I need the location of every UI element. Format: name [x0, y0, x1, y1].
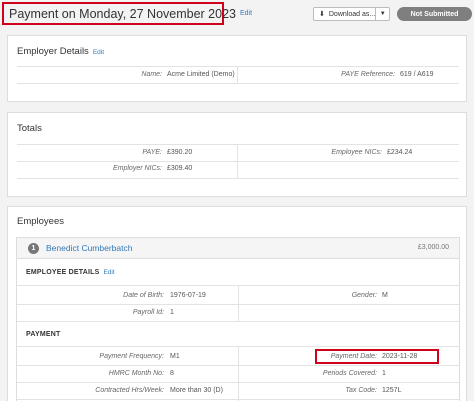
employee-amount: £3,000.00: [417, 244, 449, 251]
employee-card: 1 Benedict Cumberbatch £3,000.00 EMPLOYE…: [16, 237, 460, 401]
divider: [17, 382, 459, 383]
hmrc-month-label: HMRC Month No:: [108, 370, 164, 377]
employee-number-badge: 1: [28, 243, 39, 254]
employee-nics-label: Employee NICs:: [331, 149, 382, 156]
contracted-hours-value: More than 30 (D): [170, 387, 223, 394]
page-title: Payment on Monday, 27 November 2023: [9, 6, 236, 21]
employees-panel: Employees 1 Benedict Cumberbatch £3,000.…: [7, 206, 467, 401]
divider: [17, 66, 459, 67]
employee-details-edit-link[interactable]: Edit: [103, 269, 114, 276]
hmrc-month-value: 8: [170, 370, 174, 377]
divider: [17, 365, 459, 366]
divider: [237, 67, 238, 83]
paye-total-label: PAYE:: [142, 149, 162, 156]
payment-section-title: PAYMENT: [26, 331, 61, 338]
employer-details-header: Employer Details Edit: [17, 46, 104, 57]
contracted-hours-label: Contracted Hrs/Week:: [95, 387, 164, 394]
caret-down-icon[interactable]: ▼: [376, 11, 389, 17]
employee-card-header[interactable]: 1 Benedict Cumberbatch £3,000.00: [17, 238, 459, 259]
periods-covered-value: 1: [382, 370, 386, 377]
gender-value: M: [382, 292, 388, 299]
divider: [237, 145, 238, 179]
employees-title: Employees: [17, 216, 64, 227]
divider: [17, 178, 459, 179]
totals-panel: Totals PAYE: £390.20 Employee NICs: £234…: [7, 112, 467, 197]
download-button-label: Download as...: [328, 10, 376, 18]
divider: [17, 144, 459, 145]
gender-label: Gender:: [351, 292, 377, 299]
employee-details-header: EMPLOYEE DETAILS Edit: [26, 269, 115, 276]
paye-reference-value: 619 / A619: [400, 71, 434, 78]
divider: [238, 285, 239, 321]
divider: [17, 304, 459, 305]
employer-nics-label: Employer NICs:: [112, 165, 162, 172]
payment-date-label: Payment Date:: [330, 353, 377, 360]
payment-date-value: 2023-11-28: [382, 353, 418, 360]
divider: [238, 346, 239, 401]
dob-label: Date of Birth:: [123, 292, 164, 299]
employer-nics-value: £309.40: [167, 165, 193, 172]
employer-edit-link[interactable]: Edit: [93, 49, 104, 56]
employee-name-link[interactable]: Benedict Cumberbatch: [46, 243, 132, 253]
download-icon: ⬇: [319, 11, 325, 18]
tax-code-value: 1257L: [382, 387, 402, 394]
tax-code-label: Tax Code:: [345, 387, 377, 394]
employer-details-panel: Employer Details Edit Name: Acme Limited…: [7, 35, 467, 102]
payment-frequency-value: M1: [170, 353, 180, 360]
totals-title: Totals: [17, 123, 42, 134]
employer-details-title: Employer Details: [17, 46, 89, 57]
dob-value: 1976-07-19: [170, 292, 206, 299]
payment-frequency-label: Payment Frequency:: [99, 353, 164, 360]
divider: [17, 83, 459, 84]
download-button[interactable]: ⬇ Download as...: [314, 8, 377, 20]
periods-covered-label: Periods Covered:: [322, 370, 377, 377]
employer-name-value: Acme Limited (Demo): [167, 71, 235, 78]
paye-reference-label: PAYE Reference:: [341, 71, 395, 78]
employee-details-title: EMPLOYEE DETAILS: [26, 269, 100, 276]
employer-name-label: Name:: [141, 71, 162, 78]
divider: [17, 161, 459, 162]
edit-payment-link[interactable]: Edit: [240, 10, 252, 17]
divider: [17, 399, 459, 400]
paye-total-value: £390.20: [167, 149, 193, 156]
payroll-id-value: 1: [170, 309, 174, 316]
divider: [17, 321, 459, 322]
download-button-group: ⬇ Download as... ▼: [313, 7, 390, 21]
page-title-box: Payment on Monday, 27 November 2023 Edit: [2, 2, 252, 25]
employee-nics-value: £234.24: [387, 149, 413, 156]
status-badge: Not Submitted: [397, 7, 472, 21]
payroll-id-label: Payroll Id:: [132, 309, 164, 316]
